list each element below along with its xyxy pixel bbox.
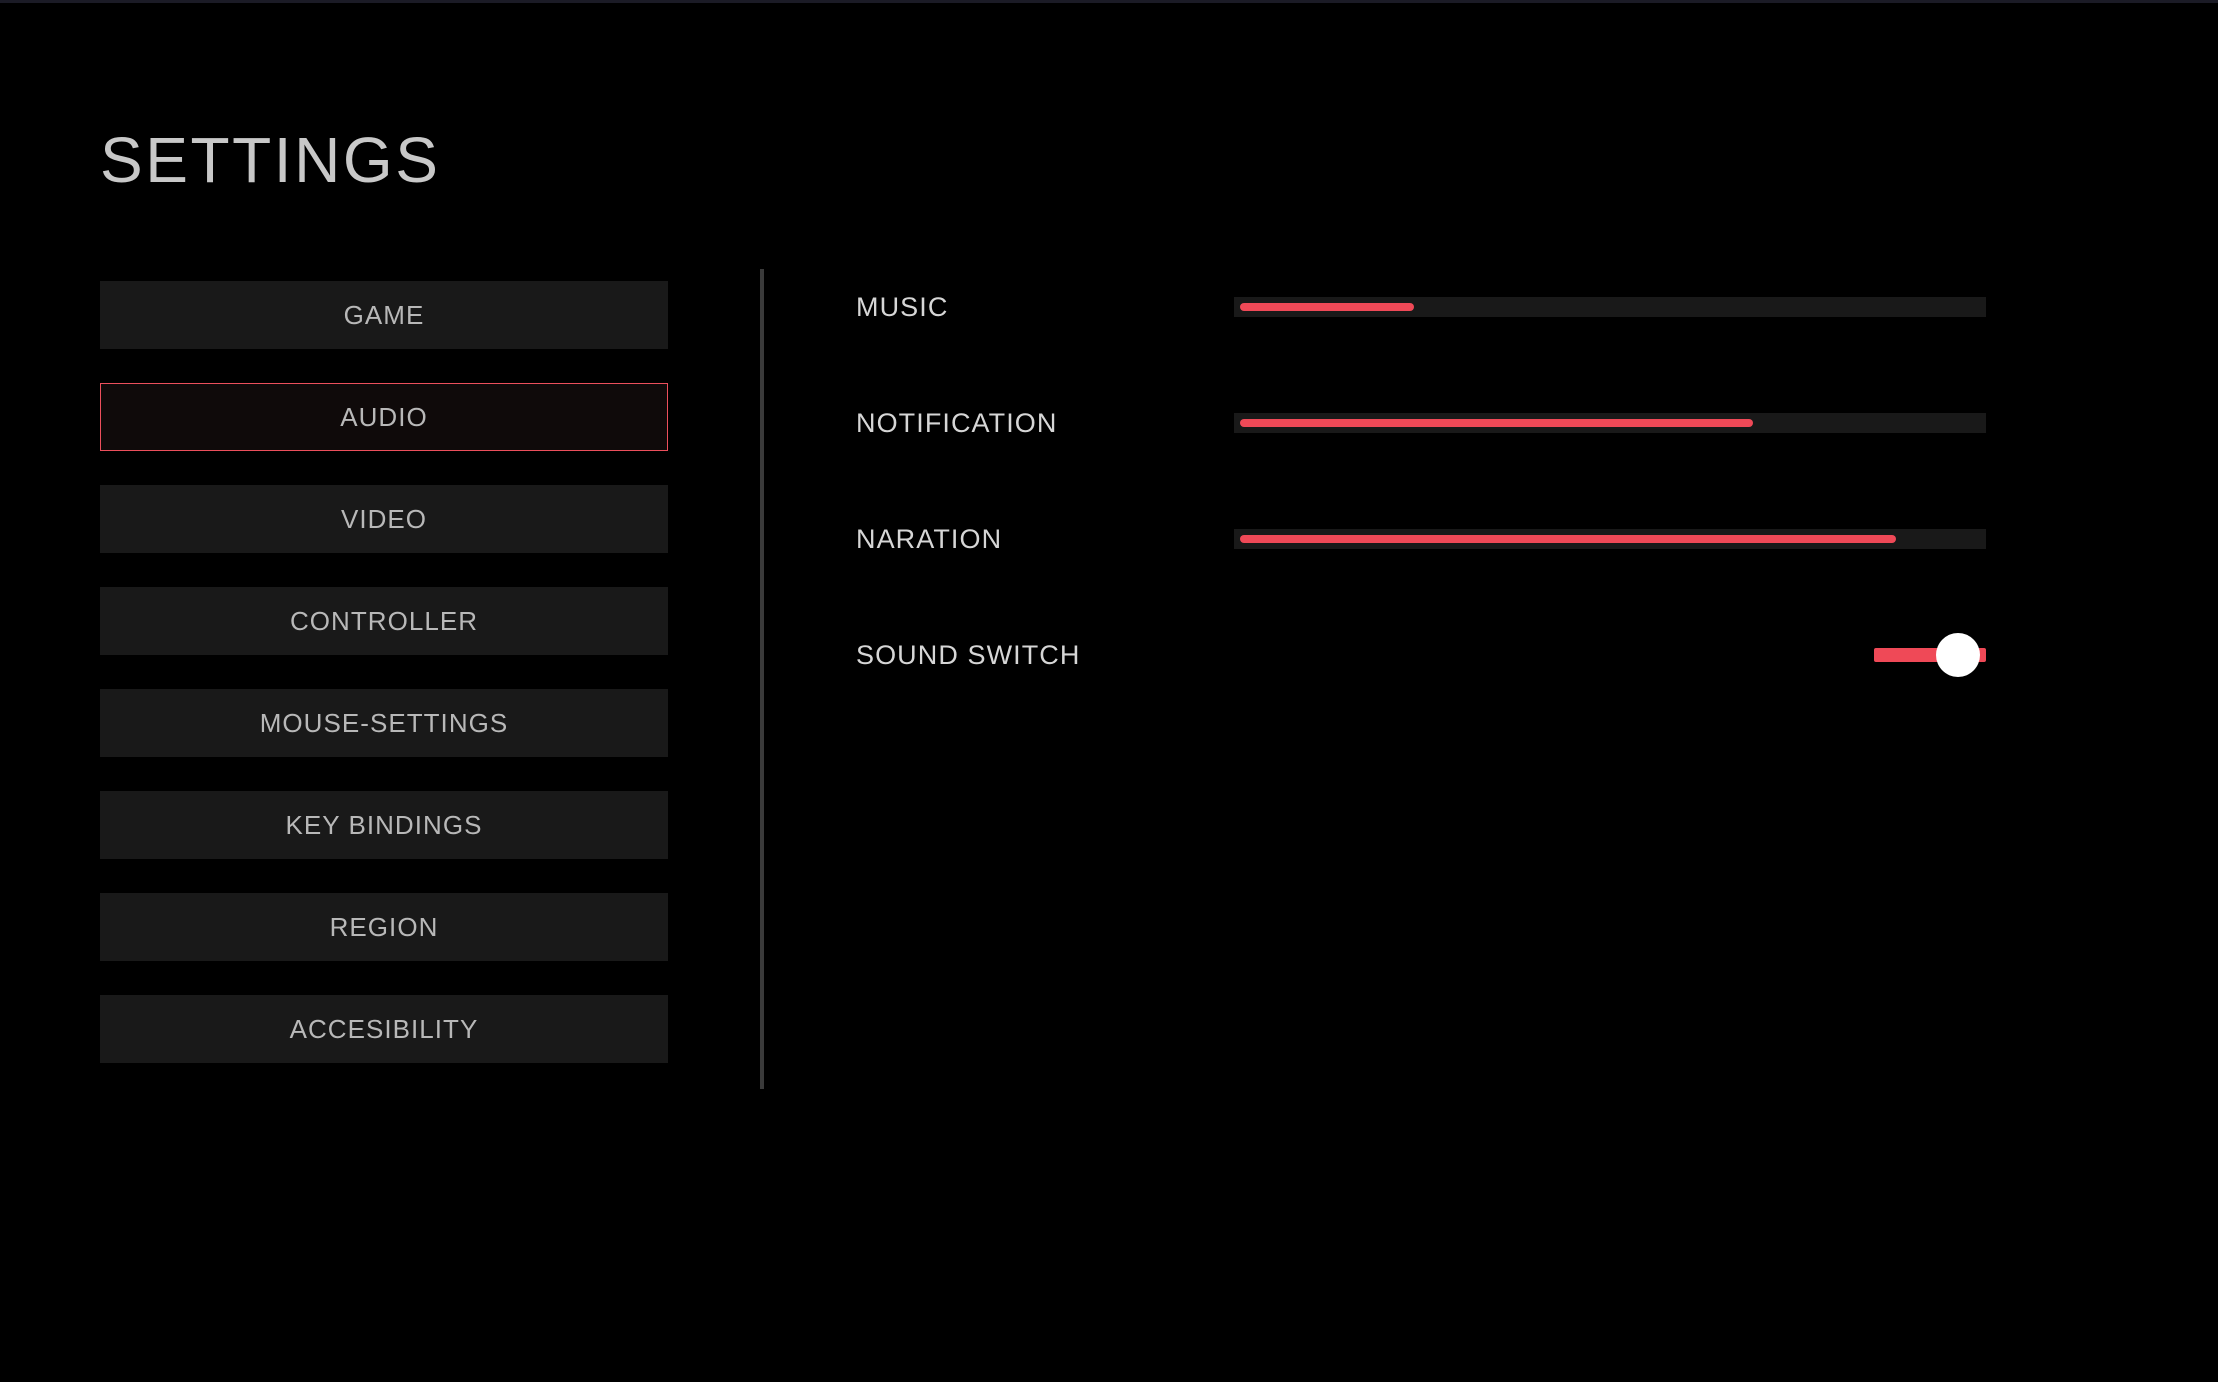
settings-screen: { "title": "SETTINGS", "sidebar": { "ite… <box>0 0 2218 1382</box>
slider-fill <box>1240 419 1753 427</box>
settings-category-list: GAME AUDIO VIDEO CONTROLLER MOUSE-SETTIN… <box>100 281 668 1063</box>
sidebar-item-accessibility[interactable]: ACCESIBILITY <box>100 995 668 1063</box>
sidebar-item-controller[interactable]: CONTROLLER <box>100 587 668 655</box>
sidebar-item-mouse-settings[interactable]: MOUSE-SETTINGS <box>100 689 668 757</box>
slider-fill <box>1240 535 1896 543</box>
sidebar-item-label: CONTROLLER <box>290 606 478 637</box>
sidebar-item-label: ACCESIBILITY <box>290 1014 479 1045</box>
setting-label: MUSIC <box>856 292 1234 323</box>
narration-slider[interactable] <box>1234 529 1986 549</box>
switch-container <box>1234 648 1986 662</box>
sidebar-item-audio[interactable]: AUDIO <box>100 383 668 451</box>
music-slider[interactable] <box>1234 297 1986 317</box>
notification-slider[interactable] <box>1234 413 1986 433</box>
sidebar-item-label: GAME <box>344 300 425 331</box>
sidebar-item-label: AUDIO <box>340 402 428 433</box>
vertical-divider <box>760 269 764 1089</box>
setting-label: NOTIFICATION <box>856 408 1234 439</box>
setting-row-notification: NOTIFICATION <box>856 407 1986 439</box>
sidebar-item-region[interactable]: REGION <box>100 893 668 961</box>
setting-row-narration: NARATION <box>856 523 1986 555</box>
page-title: SETTINGS <box>100 123 441 197</box>
setting-label: SOUND SWITCH <box>856 640 1234 671</box>
setting-row-sound-switch: SOUND SWITCH <box>856 639 1986 671</box>
audio-settings-panel: MUSIC NOTIFICATION NARATION SOUND SWITCH <box>856 291 1986 671</box>
setting-label: NARATION <box>856 524 1234 555</box>
sound-switch-toggle[interactable] <box>1874 648 1986 662</box>
sidebar-item-label: REGION <box>330 912 439 943</box>
sidebar-item-label: VIDEO <box>341 504 427 535</box>
setting-row-music: MUSIC <box>856 291 1986 323</box>
sidebar-item-label: KEY BINDINGS <box>286 810 483 841</box>
toggle-knob <box>1936 633 1980 677</box>
slider-fill <box>1240 303 1414 311</box>
sidebar-item-game[interactable]: GAME <box>100 281 668 349</box>
sidebar-item-label: MOUSE-SETTINGS <box>260 708 509 739</box>
sidebar-item-video[interactable]: VIDEO <box>100 485 668 553</box>
sidebar-item-key-bindings[interactable]: KEY BINDINGS <box>100 791 668 859</box>
